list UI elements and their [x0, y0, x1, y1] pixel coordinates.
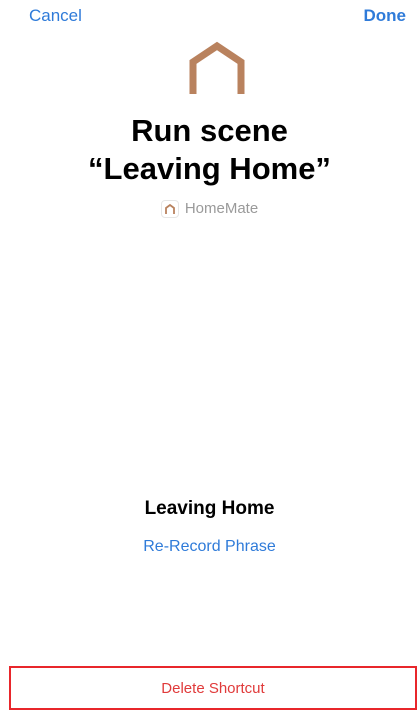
recorded-phrase: Leaving Home [144, 498, 275, 519]
done-button[interactable]: Done [364, 5, 407, 27]
delete-shortcut-label: Delete Shortcut [161, 679, 265, 697]
app-house-icon [160, 200, 179, 218]
cancel-button[interactable]: Cancel [29, 5, 82, 27]
re-record-phrase-button[interactable]: Re-Record Phrase [0, 537, 419, 557]
app-attribution: HomeMate [0, 200, 419, 218]
delete-shortcut-button[interactable]: Delete Shortcut [9, 666, 417, 710]
title-line-2: “Leaving Home” [88, 151, 331, 186]
title-line-1: Run scene [131, 113, 288, 148]
house-icon [187, 40, 247, 96]
edit-shortcut-screen: Cancel Done Run scene “Leaving Home” Hom… [0, 0, 419, 711]
app-name: HomeMate [184, 200, 259, 217]
page-title: Run scene “Leaving Home” [0, 112, 419, 188]
